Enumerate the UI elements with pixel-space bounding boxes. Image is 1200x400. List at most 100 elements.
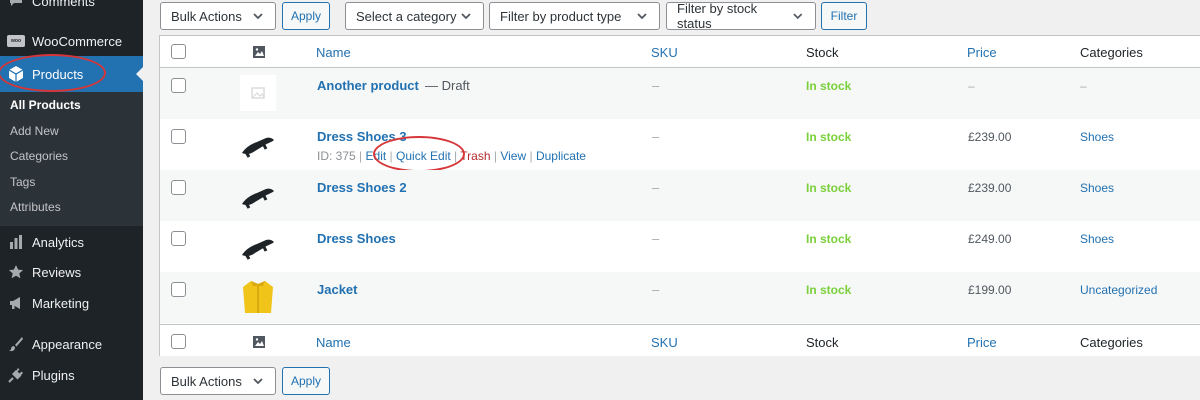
sku-cell: – bbox=[652, 78, 660, 93]
row-checkbox[interactable] bbox=[171, 180, 186, 195]
sidebar-item-label: WooCommerce bbox=[32, 33, 123, 49]
sku-cell: – bbox=[652, 180, 660, 195]
filter-button[interactable]: Filter bbox=[821, 2, 867, 30]
product-name-link[interactable]: Dress Shoes 3 bbox=[317, 129, 407, 144]
submenu-tags[interactable]: Tags bbox=[10, 175, 35, 189]
table-header: Name SKU Stock Price Categories bbox=[160, 36, 1200, 68]
sidebar-item-comments[interactable]: Comments bbox=[0, 0, 143, 16]
product-type-filter-select[interactable]: Filter by product type bbox=[489, 2, 660, 30]
comment-icon bbox=[6, 0, 26, 11]
sidebar-item-plugins[interactable]: Plugins bbox=[0, 360, 143, 390]
table-footer: Name SKU Stock Price Categories bbox=[160, 324, 1200, 356]
product-name-link[interactable]: Dress Shoes 2 bbox=[317, 180, 407, 195]
sidebar-item-label: Plugins bbox=[32, 367, 75, 383]
row-checkbox[interactable] bbox=[171, 282, 186, 297]
submenu-all-products[interactable]: All Products bbox=[10, 98, 81, 112]
select-all-checkbox[interactable] bbox=[171, 44, 186, 59]
woo-badge: woo bbox=[7, 35, 25, 47]
sidebar-item-products[interactable]: Products bbox=[0, 56, 143, 92]
table-row: Dress Shoes 2 – In stock £239.00 Shoes bbox=[160, 170, 1200, 221]
sidebar-item-label: Comments bbox=[32, 0, 95, 9]
column-footer-stock: Stock bbox=[806, 335, 839, 350]
row-checkbox[interactable] bbox=[171, 129, 186, 144]
stock-status-filter-select[interactable]: Filter by stock status bbox=[666, 1, 816, 31]
price-cell: – bbox=[968, 79, 975, 93]
chevron-down-icon bbox=[461, 13, 471, 20]
sidebar-item-reviews[interactable]: Reviews bbox=[0, 257, 143, 287]
category-cell: – bbox=[1080, 79, 1087, 93]
shoe-thumbnail bbox=[242, 239, 274, 260]
table-row: Another product — Draft – In stock – – bbox=[160, 68, 1200, 119]
product-name-link[interactable]: Jacket bbox=[317, 282, 357, 297]
sidebar-item-label: Products bbox=[32, 66, 84, 82]
sidebar-item-woocommerce[interactable]: woo WooCommerce bbox=[0, 26, 143, 56]
duplicate-link[interactable]: Duplicate bbox=[536, 149, 586, 163]
category-link[interactable]: Shoes bbox=[1080, 181, 1114, 195]
select-value: Bulk Actions bbox=[171, 373, 242, 389]
submenu-add-new[interactable]: Add New bbox=[10, 124, 59, 138]
row-checkbox[interactable] bbox=[171, 78, 186, 93]
stock-status: In stock bbox=[806, 232, 852, 246]
apply-button-bottom[interactable]: Apply bbox=[282, 367, 330, 395]
bulk-actions-select[interactable]: Bulk Actions bbox=[160, 2, 276, 30]
select-value: Select a category bbox=[356, 8, 457, 24]
table-row: Jacket – In stock £199.00 Uncategorized bbox=[160, 272, 1200, 323]
action-separator: | bbox=[359, 149, 363, 163]
category-link[interactable]: Shoes bbox=[1080, 232, 1114, 246]
submenu-attributes[interactable]: Attributes bbox=[10, 200, 61, 214]
apply-button[interactable]: Apply bbox=[282, 2, 330, 30]
stock-status: In stock bbox=[806, 79, 852, 93]
bulk-actions-select-bottom[interactable]: Bulk Actions bbox=[160, 367, 276, 395]
price-cell: £239.00 bbox=[968, 130, 1012, 144]
shoe-thumbnail bbox=[242, 188, 274, 209]
products-submenu: All Products Add New Categories Tags Att… bbox=[0, 92, 143, 226]
plug-icon bbox=[6, 365, 26, 385]
placeholder-image-icon bbox=[240, 75, 276, 111]
trash-link[interactable]: Trash bbox=[460, 149, 490, 163]
product-name-link[interactable]: Another product bbox=[317, 78, 419, 93]
column-header-price[interactable]: Price bbox=[967, 45, 997, 60]
edit-link[interactable]: Edit bbox=[366, 149, 387, 163]
category-link[interactable]: Uncategorized bbox=[1080, 283, 1157, 297]
sidebar-item-marketing[interactable]: Marketing bbox=[0, 288, 143, 318]
column-footer-name[interactable]: Name bbox=[316, 335, 351, 350]
image-column-icon bbox=[253, 46, 265, 58]
active-indicator bbox=[136, 67, 143, 81]
action-separator: | bbox=[493, 149, 497, 163]
select-all-checkbox[interactable] bbox=[171, 334, 186, 349]
stock-status: In stock bbox=[806, 181, 852, 195]
star-icon bbox=[6, 262, 26, 282]
products-table: Name SKU Stock Price Categories Another … bbox=[159, 35, 1200, 356]
column-header-stock: Stock bbox=[806, 45, 839, 60]
category-filter-select[interactable]: Select a category bbox=[345, 2, 484, 30]
row-checkbox[interactable] bbox=[171, 231, 186, 246]
table-row: Dress Shoes 3 ID: 375 | Edit | Quick Edi… bbox=[160, 119, 1200, 170]
megaphone-icon bbox=[6, 293, 26, 313]
row-actions: ID: 375 | Edit | Quick Edit | Trash | Vi… bbox=[317, 149, 586, 163]
product-id: ID: 375 bbox=[317, 149, 356, 163]
column-footer-categories: Categories bbox=[1080, 335, 1143, 350]
sidebar-item-label: Marketing bbox=[32, 295, 90, 311]
product-name-link[interactable]: Dress Shoes bbox=[317, 231, 396, 246]
submenu-categories[interactable]: Categories bbox=[10, 149, 68, 163]
column-header-categories: Categories bbox=[1080, 45, 1143, 60]
sku-cell: – bbox=[652, 282, 660, 297]
column-footer-price[interactable]: Price bbox=[967, 335, 997, 350]
column-header-sku[interactable]: SKU bbox=[651, 45, 678, 60]
quick-edit-link[interactable]: Quick Edit bbox=[396, 149, 451, 163]
view-link[interactable]: View bbox=[500, 149, 526, 163]
chevron-down-icon bbox=[253, 378, 263, 385]
stock-status: In stock bbox=[806, 130, 852, 144]
stock-status: In stock bbox=[806, 283, 852, 297]
column-header-name[interactable]: Name bbox=[316, 45, 351, 60]
category-link[interactable]: Shoes bbox=[1080, 130, 1114, 144]
sidebar-item-label: Analytics bbox=[32, 234, 85, 250]
table-row: Dress Shoes – In stock £249.00 Shoes bbox=[160, 221, 1200, 272]
column-footer-sku[interactable]: SKU bbox=[651, 335, 678, 350]
shoe-thumbnail bbox=[242, 137, 274, 158]
product-status: — Draft bbox=[425, 78, 470, 93]
woocommerce-icon: woo bbox=[6, 31, 26, 51]
sidebar-item-appearance[interactable]: Appearance bbox=[0, 329, 143, 359]
sidebar-item-analytics[interactable]: Analytics bbox=[0, 227, 143, 257]
box-icon bbox=[6, 64, 26, 84]
